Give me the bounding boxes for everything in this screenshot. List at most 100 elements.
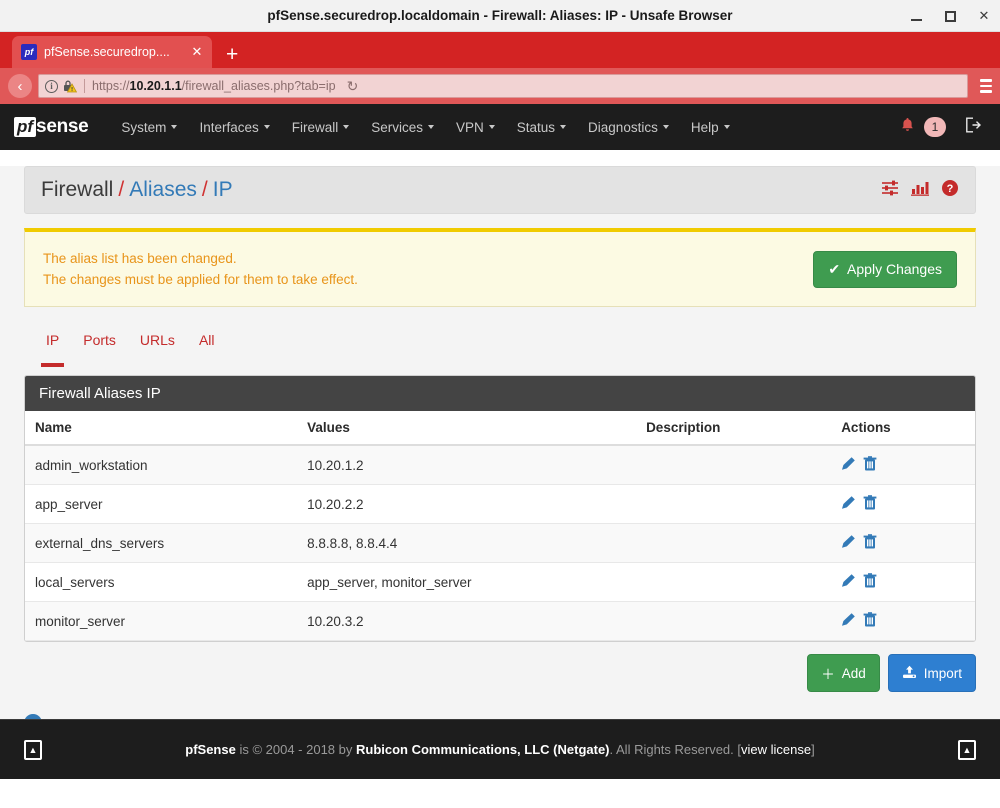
browser-menu-icon[interactable] <box>974 79 992 93</box>
cell-values: 10.20.3.2 <box>297 602 636 641</box>
upload-icon <box>902 665 917 682</box>
chevron-down-icon <box>560 125 566 129</box>
nav-item-help[interactable]: Help <box>680 104 741 150</box>
scroll-top-left-icon[interactable]: ▲ <box>24 740 42 760</box>
breadcrumb-actions: ? <box>881 179 959 202</box>
nav-label: VPN <box>456 120 484 135</box>
table-row[interactable]: app_server 10.20.2.2 <box>25 485 975 524</box>
alert-message: The alias list has been changed. The cha… <box>43 248 813 290</box>
view-license-link[interactable]: view license <box>741 742 811 757</box>
nav-label: Help <box>691 120 719 135</box>
cell-name: monitor_server <box>25 602 297 641</box>
breadcrumb-current[interactable]: IP <box>213 178 233 202</box>
footer-rights: . All Rights Reserved. [ <box>610 742 742 757</box>
url-divider <box>84 79 85 93</box>
table-actions: ＋ Add Import <box>24 654 976 692</box>
back-arrow-icon[interactable]: ‹ <box>8 74 32 98</box>
edit-icon[interactable] <box>841 495 856 513</box>
table-row[interactable]: local_servers app_server, monitor_server <box>25 563 975 602</box>
new-tab-button[interactable]: + <box>226 44 238 65</box>
chevron-down-icon <box>489 125 495 129</box>
edit-icon[interactable] <box>841 534 856 552</box>
table-row[interactable]: monitor_server 10.20.3.2 <box>25 602 975 641</box>
delete-icon[interactable] <box>863 495 877 513</box>
page-info-icon[interactable]: i <box>45 80 58 93</box>
footer-copy: is © 2004 - 2018 by <box>236 742 356 757</box>
lock-warning-icon[interactable] <box>63 79 77 93</box>
aliases-panel: Firewall Aliases IP Name Values Descript… <box>24 375 976 642</box>
url-host: 10.20.1.1 <box>130 79 182 93</box>
close-icon[interactable]: ✕ <box>190 44 204 60</box>
nav-item-vpn[interactable]: VPN <box>445 104 506 150</box>
cell-values: 10.20.1.2 <box>297 445 636 485</box>
cell-description <box>636 563 831 602</box>
pfsense-logo[interactable]: pfsense <box>14 116 88 138</box>
footer-company: Rubicon Communications, LLC (Netgate) <box>356 742 610 757</box>
chevron-down-icon <box>663 125 669 129</box>
chevron-down-icon <box>724 125 730 129</box>
edit-icon[interactable] <box>841 456 856 474</box>
notification-badge[interactable]: 1 <box>924 117 946 137</box>
alert-banner: The alias list has been changed. The cha… <box>24 228 976 307</box>
nav-item-firewall[interactable]: Firewall <box>281 104 361 150</box>
cell-values: 10.20.2.2 <box>297 485 636 524</box>
apply-changes-label: Apply Changes <box>847 261 942 277</box>
nav-item-diagnostics[interactable]: Diagnostics <box>577 104 680 150</box>
cell-name: app_server <box>25 485 297 524</box>
pfsense-favicon-icon: pf <box>21 44 37 60</box>
browser-urlbar: ‹ i https://10.20.1.1/firewall_aliases.p… <box>0 68 1000 104</box>
logout-icon[interactable] <box>965 117 982 138</box>
cell-values: app_server, monitor_server <box>297 563 636 602</box>
help-icon[interactable]: ? <box>941 179 959 202</box>
nav-item-status[interactable]: Status <box>506 104 577 150</box>
breadcrumb-separator: / <box>118 178 124 202</box>
page-content: Firewall / Aliases / IP ? The alias list… <box>0 166 1000 719</box>
nav-label: System <box>121 120 166 135</box>
browser-tab[interactable]: pf pfSense.securedrop.... ✕ <box>12 36 212 68</box>
settings-sliders-icon[interactable] <box>881 180 899 201</box>
nav-label: Diagnostics <box>588 120 658 135</box>
pfsense-navbar: pfsense System Interfaces Firewall Servi… <box>0 104 1000 150</box>
breadcrumb: Firewall / Aliases / IP ? <box>24 166 976 214</box>
window-maximize-button[interactable] <box>942 8 958 24</box>
chevron-down-icon <box>343 125 349 129</box>
scroll-top-right-icon[interactable]: ▲ <box>958 740 976 760</box>
edit-icon[interactable] <box>841 573 856 591</box>
cell-name: local_servers <box>25 563 297 602</box>
apply-changes-button[interactable]: ✔ Apply Changes <box>813 251 957 288</box>
window-close-button[interactable]: ✕ <box>976 8 992 24</box>
delete-icon[interactable] <box>863 456 877 474</box>
bar-chart-icon[interactable] <box>911 180 929 201</box>
column-header-values: Values <box>297 411 636 445</box>
cell-description <box>636 524 831 563</box>
cell-description <box>636 485 831 524</box>
table-row[interactable]: admin_workstation 10.20.1.2 <box>25 445 975 485</box>
nav-item-system[interactable]: System <box>110 104 188 150</box>
cell-actions <box>831 445 975 485</box>
import-button[interactable]: Import <box>888 654 976 692</box>
delete-icon[interactable] <box>863 612 877 630</box>
breadcrumb-aliases-link[interactable]: Aliases <box>129 178 197 202</box>
reload-icon[interactable]: ↻ <box>341 78 365 95</box>
window-controls: ✕ <box>908 0 992 32</box>
window-title: pfSense.securedrop.localdomain - Firewal… <box>267 8 732 23</box>
browser-tab-title: pfSense.securedrop.... <box>44 45 183 59</box>
window-minimize-button[interactable] <box>908 8 924 24</box>
url-input[interactable]: i https://10.20.1.1/firewall_aliases.php… <box>38 74 968 98</box>
alias-type-tabs: IP Ports URLs All <box>24 327 976 353</box>
logo-sense-text: sense <box>36 116 88 138</box>
nav-item-services[interactable]: Services <box>360 104 445 150</box>
delete-icon[interactable] <box>863 573 877 591</box>
tab-urls[interactable]: URLs <box>128 327 187 353</box>
tab-ip[interactable]: IP <box>34 327 71 353</box>
nav-item-interfaces[interactable]: Interfaces <box>188 104 280 150</box>
add-button[interactable]: ＋ Add <box>807 654 880 692</box>
edit-icon[interactable] <box>841 612 856 630</box>
delete-icon[interactable] <box>863 534 877 552</box>
cell-name: external_dns_servers <box>25 524 297 563</box>
tab-all[interactable]: All <box>187 327 227 353</box>
table-row[interactable]: external_dns_servers 8.8.8.8, 8.8.4.4 <box>25 524 975 563</box>
tab-ports[interactable]: Ports <box>71 327 128 353</box>
url-text: https://10.20.1.1/firewall_aliases.php?t… <box>92 79 336 93</box>
bell-icon[interactable] <box>900 117 915 138</box>
